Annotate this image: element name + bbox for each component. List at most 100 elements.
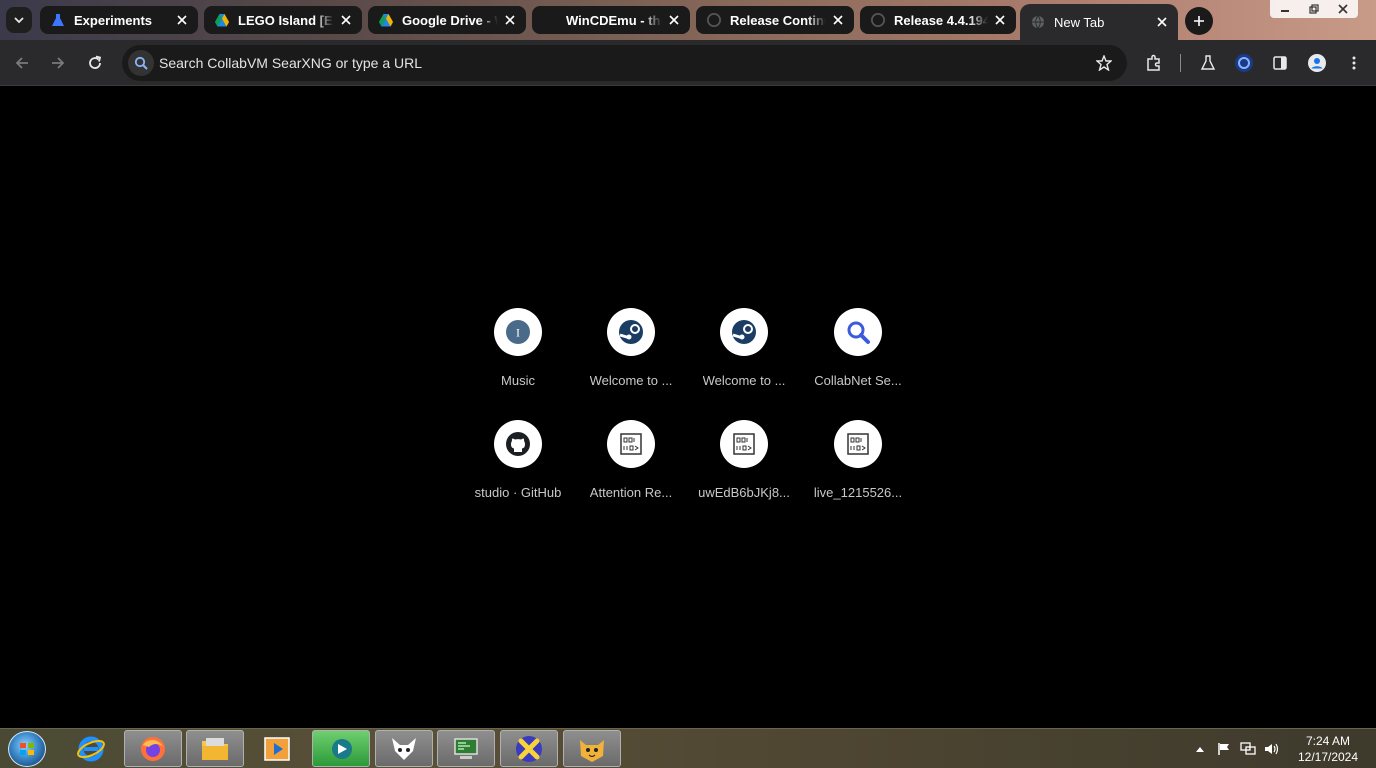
- close-icon[interactable]: [992, 12, 1008, 28]
- shortcut-tile[interactable]: CollabNet Se...: [802, 308, 914, 408]
- app-green-icon[interactable]: [312, 730, 370, 767]
- close-window-button[interactable]: [1329, 0, 1358, 18]
- steam-icon: [619, 320, 643, 344]
- shortcut-icon-circle: [834, 420, 882, 468]
- tab-title: Google Drive - W: [402, 12, 498, 28]
- side-panel-icon: [1273, 56, 1287, 70]
- tab-experiments[interactable]: Experiments: [40, 6, 198, 34]
- browser-toolbar: Search CollabVM SearXNG or type a URL: [0, 40, 1376, 86]
- tab-strip: Experiments LEGO Island [English Google …: [0, 0, 1376, 40]
- taskbar-clock[interactable]: 7:24 AM 12/17/2024: [1290, 733, 1366, 765]
- tab-title: WinCDEmu - the: [566, 12, 662, 28]
- shortcut-label: Attention Re...: [589, 485, 673, 500]
- shortcut-tile[interactable]: live_1215526...: [802, 420, 914, 520]
- close-icon: [1338, 4, 1348, 14]
- start-button[interactable]: [8, 731, 46, 767]
- new-tab-button[interactable]: [1185, 7, 1213, 35]
- svg-text:I: I: [516, 326, 520, 340]
- action-center-flag-icon[interactable]: [1216, 741, 1232, 757]
- address-bar[interactable]: Search CollabVM SearXNG or type a URL: [122, 45, 1127, 81]
- show-hidden-icons-icon[interactable]: [1192, 741, 1208, 757]
- shortcut-grid: I Music Welcome to ... Welcome to ... Co…: [0, 86, 1376, 728]
- tab-title: Release 4.4.194: [894, 12, 988, 28]
- shortcut-icon-circle: [834, 308, 882, 356]
- shortcut-icon-circle: [494, 420, 542, 468]
- letter-i-icon: I: [506, 320, 530, 344]
- close-icon[interactable]: [666, 12, 682, 28]
- terminal-pc-icon[interactable]: [437, 730, 495, 767]
- side-panel-button[interactable]: [1268, 51, 1292, 75]
- shortcut-tile[interactable]: uwEdB6bJKj8...: [688, 420, 800, 520]
- restore-button[interactable]: [1299, 0, 1328, 18]
- tab-release-continuous[interactable]: Release Continuous: [696, 6, 854, 34]
- file-explorer-icon[interactable]: [186, 730, 244, 767]
- arrow-right-icon: [52, 57, 65, 69]
- tab-search-button[interactable]: [6, 7, 32, 33]
- shortcut-icon-circle: [607, 420, 655, 468]
- toolbar-separator: [1180, 54, 1181, 72]
- extension-circle-icon: [1235, 54, 1253, 72]
- system-tray: [1192, 737, 1280, 761]
- binary-file-icon: [620, 433, 642, 455]
- extensions-button[interactable]: [1142, 51, 1166, 75]
- shortcut-icon-circle: I: [494, 308, 542, 356]
- shortcut-tile[interactable]: I Music: [462, 308, 574, 408]
- tab-title: Experiments: [74, 12, 153, 28]
- puzzle-icon: [1147, 54, 1160, 71]
- close-icon[interactable]: [174, 12, 190, 28]
- shortcut-label: uwEdB6bJKj8...: [698, 485, 790, 500]
- forward-button[interactable]: [46, 51, 70, 75]
- github-icon: [870, 12, 886, 28]
- address-placeholder: Search CollabVM SearXNG or type a URL: [159, 55, 422, 71]
- close-icon[interactable]: [830, 12, 846, 28]
- internet-explorer-icon[interactable]: [62, 730, 120, 767]
- xenia-icon[interactable]: [500, 730, 558, 767]
- google-drive-icon: [214, 12, 230, 28]
- firefox-icon[interactable]: [124, 730, 182, 767]
- shortcut-tile[interactable]: studio · GitHub: [462, 420, 574, 520]
- menu-button[interactable]: [1342, 51, 1366, 75]
- reload-button[interactable]: [83, 51, 107, 75]
- steam-icon: [732, 320, 756, 344]
- tab-wincdemu[interactable]: WinCDEmu - the: [532, 6, 690, 34]
- reload-icon: [89, 55, 102, 69]
- back-button[interactable]: [10, 51, 34, 75]
- bookmark-star-icon[interactable]: [1095, 54, 1113, 72]
- media-player-icon[interactable]: [248, 730, 306, 767]
- shortcut-label: Music: [501, 373, 535, 388]
- tab-google-drive[interactable]: Google Drive - W: [368, 6, 526, 34]
- clock-date: 12/17/2024: [1297, 750, 1359, 764]
- close-icon[interactable]: [338, 12, 354, 28]
- volume-icon[interactable]: [1264, 741, 1280, 757]
- labs-button[interactable]: [1196, 51, 1220, 75]
- flask-icon: [1200, 55, 1216, 70]
- close-icon[interactable]: [502, 12, 518, 28]
- app-fox-icon[interactable]: [375, 730, 433, 767]
- clock-time: 7:24 AM: [1305, 734, 1351, 748]
- shortcut-icon-circle: [607, 308, 655, 356]
- minimize-button[interactable]: [1270, 0, 1299, 18]
- shortcut-tile[interactable]: Welcome to ...: [688, 308, 800, 408]
- tab-release-4-4-194[interactable]: Release 4.4.194: [860, 6, 1016, 34]
- arrow-left-icon: [15, 57, 28, 69]
- chevron-down-icon: [14, 17, 24, 24]
- tab-title: Release Continuous: [730, 12, 826, 28]
- google-drive-icon: [378, 12, 394, 28]
- shortcut-tile[interactable]: Welcome to ...: [575, 308, 687, 408]
- shortcut-label: Welcome to ...: [702, 373, 786, 388]
- extension-button[interactable]: [1232, 51, 1256, 75]
- binary-file-icon: [733, 433, 755, 455]
- tab-lego-island[interactable]: LEGO Island [English: [204, 6, 362, 34]
- profile-button[interactable]: [1305, 51, 1329, 75]
- github-icon: [506, 432, 530, 456]
- github-icon: [706, 12, 722, 28]
- tab-title: LEGO Island [English: [238, 12, 334, 28]
- network-icon[interactable]: [1240, 741, 1256, 757]
- tab-new-tab[interactable]: New Tab: [1020, 4, 1178, 40]
- avatar-icon: [1308, 54, 1326, 72]
- cat-app-icon[interactable]: [563, 730, 621, 767]
- windows-logo-icon: [20, 743, 34, 755]
- globe-icon: [1030, 14, 1046, 30]
- shortcut-tile[interactable]: Attention Re...: [575, 420, 687, 520]
- close-icon[interactable]: [1154, 14, 1170, 30]
